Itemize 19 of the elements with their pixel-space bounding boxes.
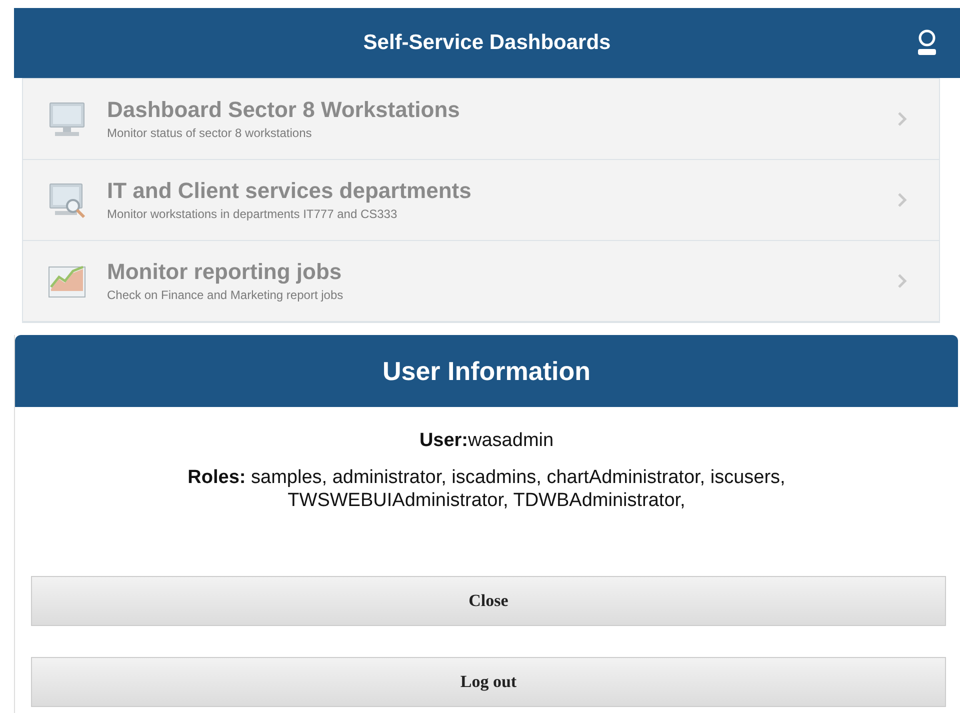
dashboard-subtitle: Monitor workstations in departments IT777 and CS333 bbox=[107, 206, 398, 223]
dashboard-subtitle: Check on Finance and Marketing report jobs bbox=[107, 287, 344, 304]
dialog-button[interactable]: Close bbox=[31, 576, 946, 626]
roles-text: Roles: samples, administrator, iscadmins, chartAdministrator, iscusers, TWSWEBUIAdministrator, TDWBAdministrator, bbox=[186, 466, 786, 512]
dashboard-item[interactable]: Dashboard Sector 8 Workstations Monitor status of sector 8 workstations bbox=[23, 79, 939, 160]
chevron-right-icon bbox=[897, 273, 907, 289]
dashboard-title: Monitor reporting jobs bbox=[107, 258, 343, 286]
chevron-right-icon bbox=[897, 111, 907, 127]
dashboard-title: IT and Client services departments bbox=[107, 177, 472, 205]
user-line: User:wasadmin bbox=[419, 429, 554, 453]
dialog-title: User Information bbox=[382, 354, 591, 388]
dashboard-title: Dashboard Sector 8 Workstations bbox=[107, 96, 461, 124]
dashboard-item[interactable]: Monitor reporting jobs Check on Finance and Marketing report jobs bbox=[23, 241, 939, 322]
dialog-button[interactable]: Log out bbox=[31, 657, 946, 707]
chevron-right-icon bbox=[897, 192, 907, 208]
dashboard-subtitle: Monitor status of sector 8 workstations bbox=[107, 125, 313, 142]
header-title: Self-Service Dashboards bbox=[363, 30, 611, 56]
dashboard-item[interactable]: IT and Client services departments Monitor workstations in departments IT777 and CS333 bbox=[23, 160, 939, 241]
user-icon[interactable] bbox=[916, 28, 938, 56]
